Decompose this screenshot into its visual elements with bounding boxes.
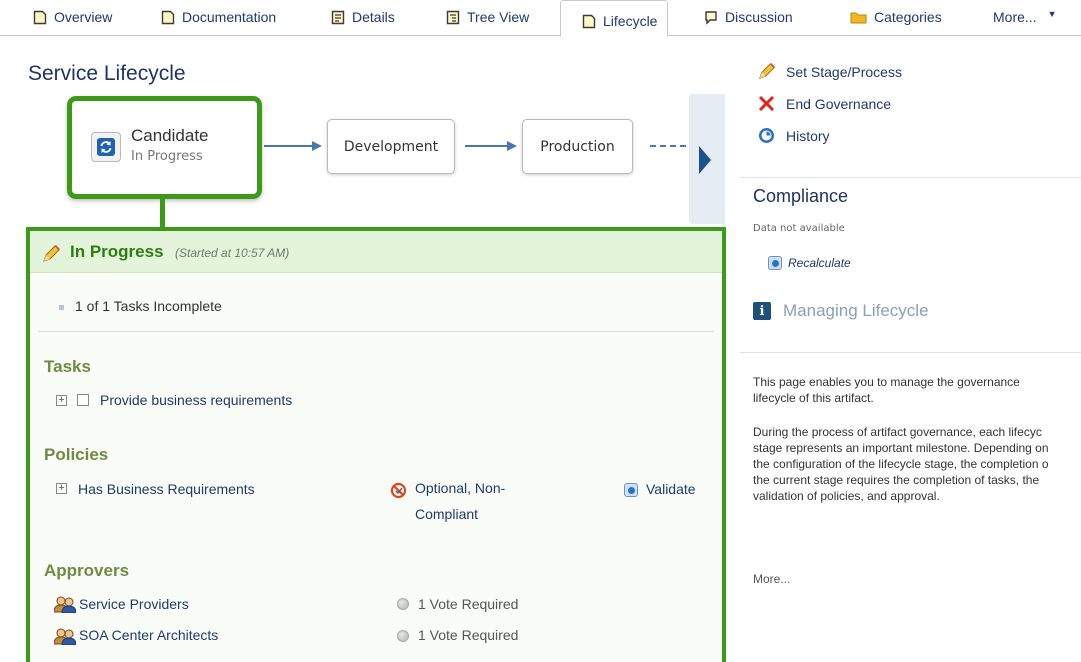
tab-categories-label: Categories: [874, 9, 942, 25]
tab-lifecycle-label: Lifecycle: [603, 13, 658, 29]
history-label: History: [786, 127, 830, 144]
vote-required: 1 Vote Required: [418, 627, 519, 643]
tasks-summary-text: 1 of 1 Tasks Incomplete: [75, 298, 222, 314]
approver-name[interactable]: Service Providers: [79, 596, 189, 612]
approver-name[interactable]: SOA Center Architects: [79, 627, 218, 643]
help-line: the current stage requires the completio…: [753, 473, 1040, 487]
help-paragraph-2: During the process of artifact governanc…: [753, 424, 1081, 504]
info-icon: i: [753, 302, 771, 320]
help-line: the configuration of the lifecycle stage…: [753, 457, 1049, 471]
expand-icon[interactable]: +: [56, 395, 67, 406]
recalculate-icon: [768, 256, 782, 270]
approvers-section-title: Approvers: [44, 561, 130, 580]
validate-icon: [624, 483, 638, 497]
help-line: During the process of artifact governanc…: [753, 425, 1042, 439]
page-title: Service Lifecycle: [28, 62, 186, 85]
caret-down-icon: ▼: [1047, 9, 1057, 19]
tasks-summary: 1 of 1 Tasks Incomplete: [59, 298, 222, 314]
stage-development[interactable]: Development: [327, 119, 455, 174]
help-paragraph-1: This page enables you to manage the gove…: [753, 374, 1081, 406]
tab-more[interactable]: More... ▼: [993, 0, 1057, 36]
history-link[interactable]: History: [757, 126, 830, 145]
help-line: stage represents an important milestone.…: [753, 441, 1049, 455]
help-line: validation of policies, and approval.: [753, 489, 940, 503]
pencil-icon: [43, 245, 60, 262]
policy-status-line1: Optional, Non-: [415, 480, 506, 496]
help-line: This page enables you to manage the gove…: [753, 375, 1020, 389]
tab-discussion[interactable]: Discussion: [704, 0, 793, 36]
task-checkbox[interactable]: [77, 394, 89, 406]
end-governance-link[interactable]: End Governance: [757, 94, 891, 113]
policy-status-line2: Compliant: [415, 506, 479, 522]
stage-name: Candidate: [131, 126, 209, 145]
red-x-icon: [757, 94, 776, 113]
current-stage-candidate[interactable]: Candidate In Progress: [67, 96, 262, 199]
help-more-link[interactable]: More...: [753, 572, 790, 586]
divider: [740, 352, 1081, 353]
set-stage-process-label: Set Stage/Process: [786, 63, 902, 80]
tab-categories[interactable]: Categories: [850, 0, 942, 36]
folder-icon: [850, 12, 867, 24]
tab-bar: Overview Documentation Details Tree View…: [0, 0, 1081, 37]
chevron-right-icon: [699, 146, 711, 174]
recalculate-label: Recalculate: [788, 256, 851, 270]
compliance-title: Compliance: [753, 186, 849, 206]
expand-icon[interactable]: +: [56, 483, 67, 494]
tab-documentation[interactable]: Documentation: [161, 0, 276, 36]
divider: [38, 331, 714, 332]
tree-view-icon: [446, 10, 460, 25]
task-label[interactable]: Provide business requirements: [100, 392, 292, 408]
refresh-icon[interactable]: [91, 132, 121, 162]
recalculate-link[interactable]: Recalculate: [768, 256, 851, 270]
tasks-section-title: Tasks: [44, 357, 91, 376]
managing-lifecycle-title: Managing Lifecycle: [783, 301, 929, 320]
divider: [740, 177, 1081, 178]
bullet-icon: [59, 305, 64, 310]
end-governance-label: End Governance: [786, 95, 892, 112]
user-group-icon: [54, 596, 76, 613]
tab-details-label: Details: [352, 9, 395, 25]
pencil-icon: [757, 62, 776, 81]
managing-lifecycle-header[interactable]: i Managing Lifecycle: [753, 301, 929, 321]
user-group-icon: [54, 628, 76, 645]
vote-required: 1 Vote Required: [418, 596, 519, 612]
tab-details[interactable]: Details: [331, 0, 395, 36]
validate-link[interactable]: Validate: [646, 481, 696, 497]
flow-scroll-next[interactable]: [689, 94, 725, 224]
tab-overview-label: Overview: [54, 9, 113, 25]
vote-status-icon: [397, 598, 409, 610]
in-progress-panel: In Progress (Started at 10:57 AM) 1 of 1…: [26, 227, 726, 662]
compliance-status: Data not available: [753, 223, 845, 234]
tab-documentation-label: Documentation: [182, 9, 277, 25]
set-stage-process-link[interactable]: Set Stage/Process: [757, 62, 902, 81]
tab-more-label: More...: [993, 9, 1037, 25]
speech-bubble-icon: [705, 11, 717, 25]
tab-overview[interactable]: Overview: [33, 0, 112, 36]
tab-tree-view-label: Tree View: [467, 9, 530, 25]
stage-state: In Progress: [131, 149, 203, 164]
tab-discussion-label: Discussion: [725, 9, 793, 25]
progress-started: (Started at 10:57 AM): [175, 246, 290, 260]
details-icon: [331, 10, 345, 25]
tab-tree-view[interactable]: Tree View: [446, 0, 529, 36]
vote-status-icon: [397, 630, 409, 642]
policy-label[interactable]: Has Business Requirements: [78, 481, 255, 497]
document-icon: [161, 10, 175, 25]
progress-title: In Progress: [70, 242, 164, 261]
policies-section-title: Policies: [44, 445, 109, 464]
stage-connector: [160, 198, 165, 228]
document-icon: [33, 10, 47, 25]
history-icon: [757, 126, 776, 145]
tab-lifecycle[interactable]: Lifecycle: [560, 0, 669, 37]
no-entry-icon: [390, 482, 407, 499]
panel-header: In Progress (Started at 10:57 AM): [30, 231, 722, 273]
stage-production[interactable]: Production: [522, 119, 633, 174]
help-line: lifecycle of this artifact.: [753, 391, 874, 405]
document-icon: [582, 14, 596, 29]
